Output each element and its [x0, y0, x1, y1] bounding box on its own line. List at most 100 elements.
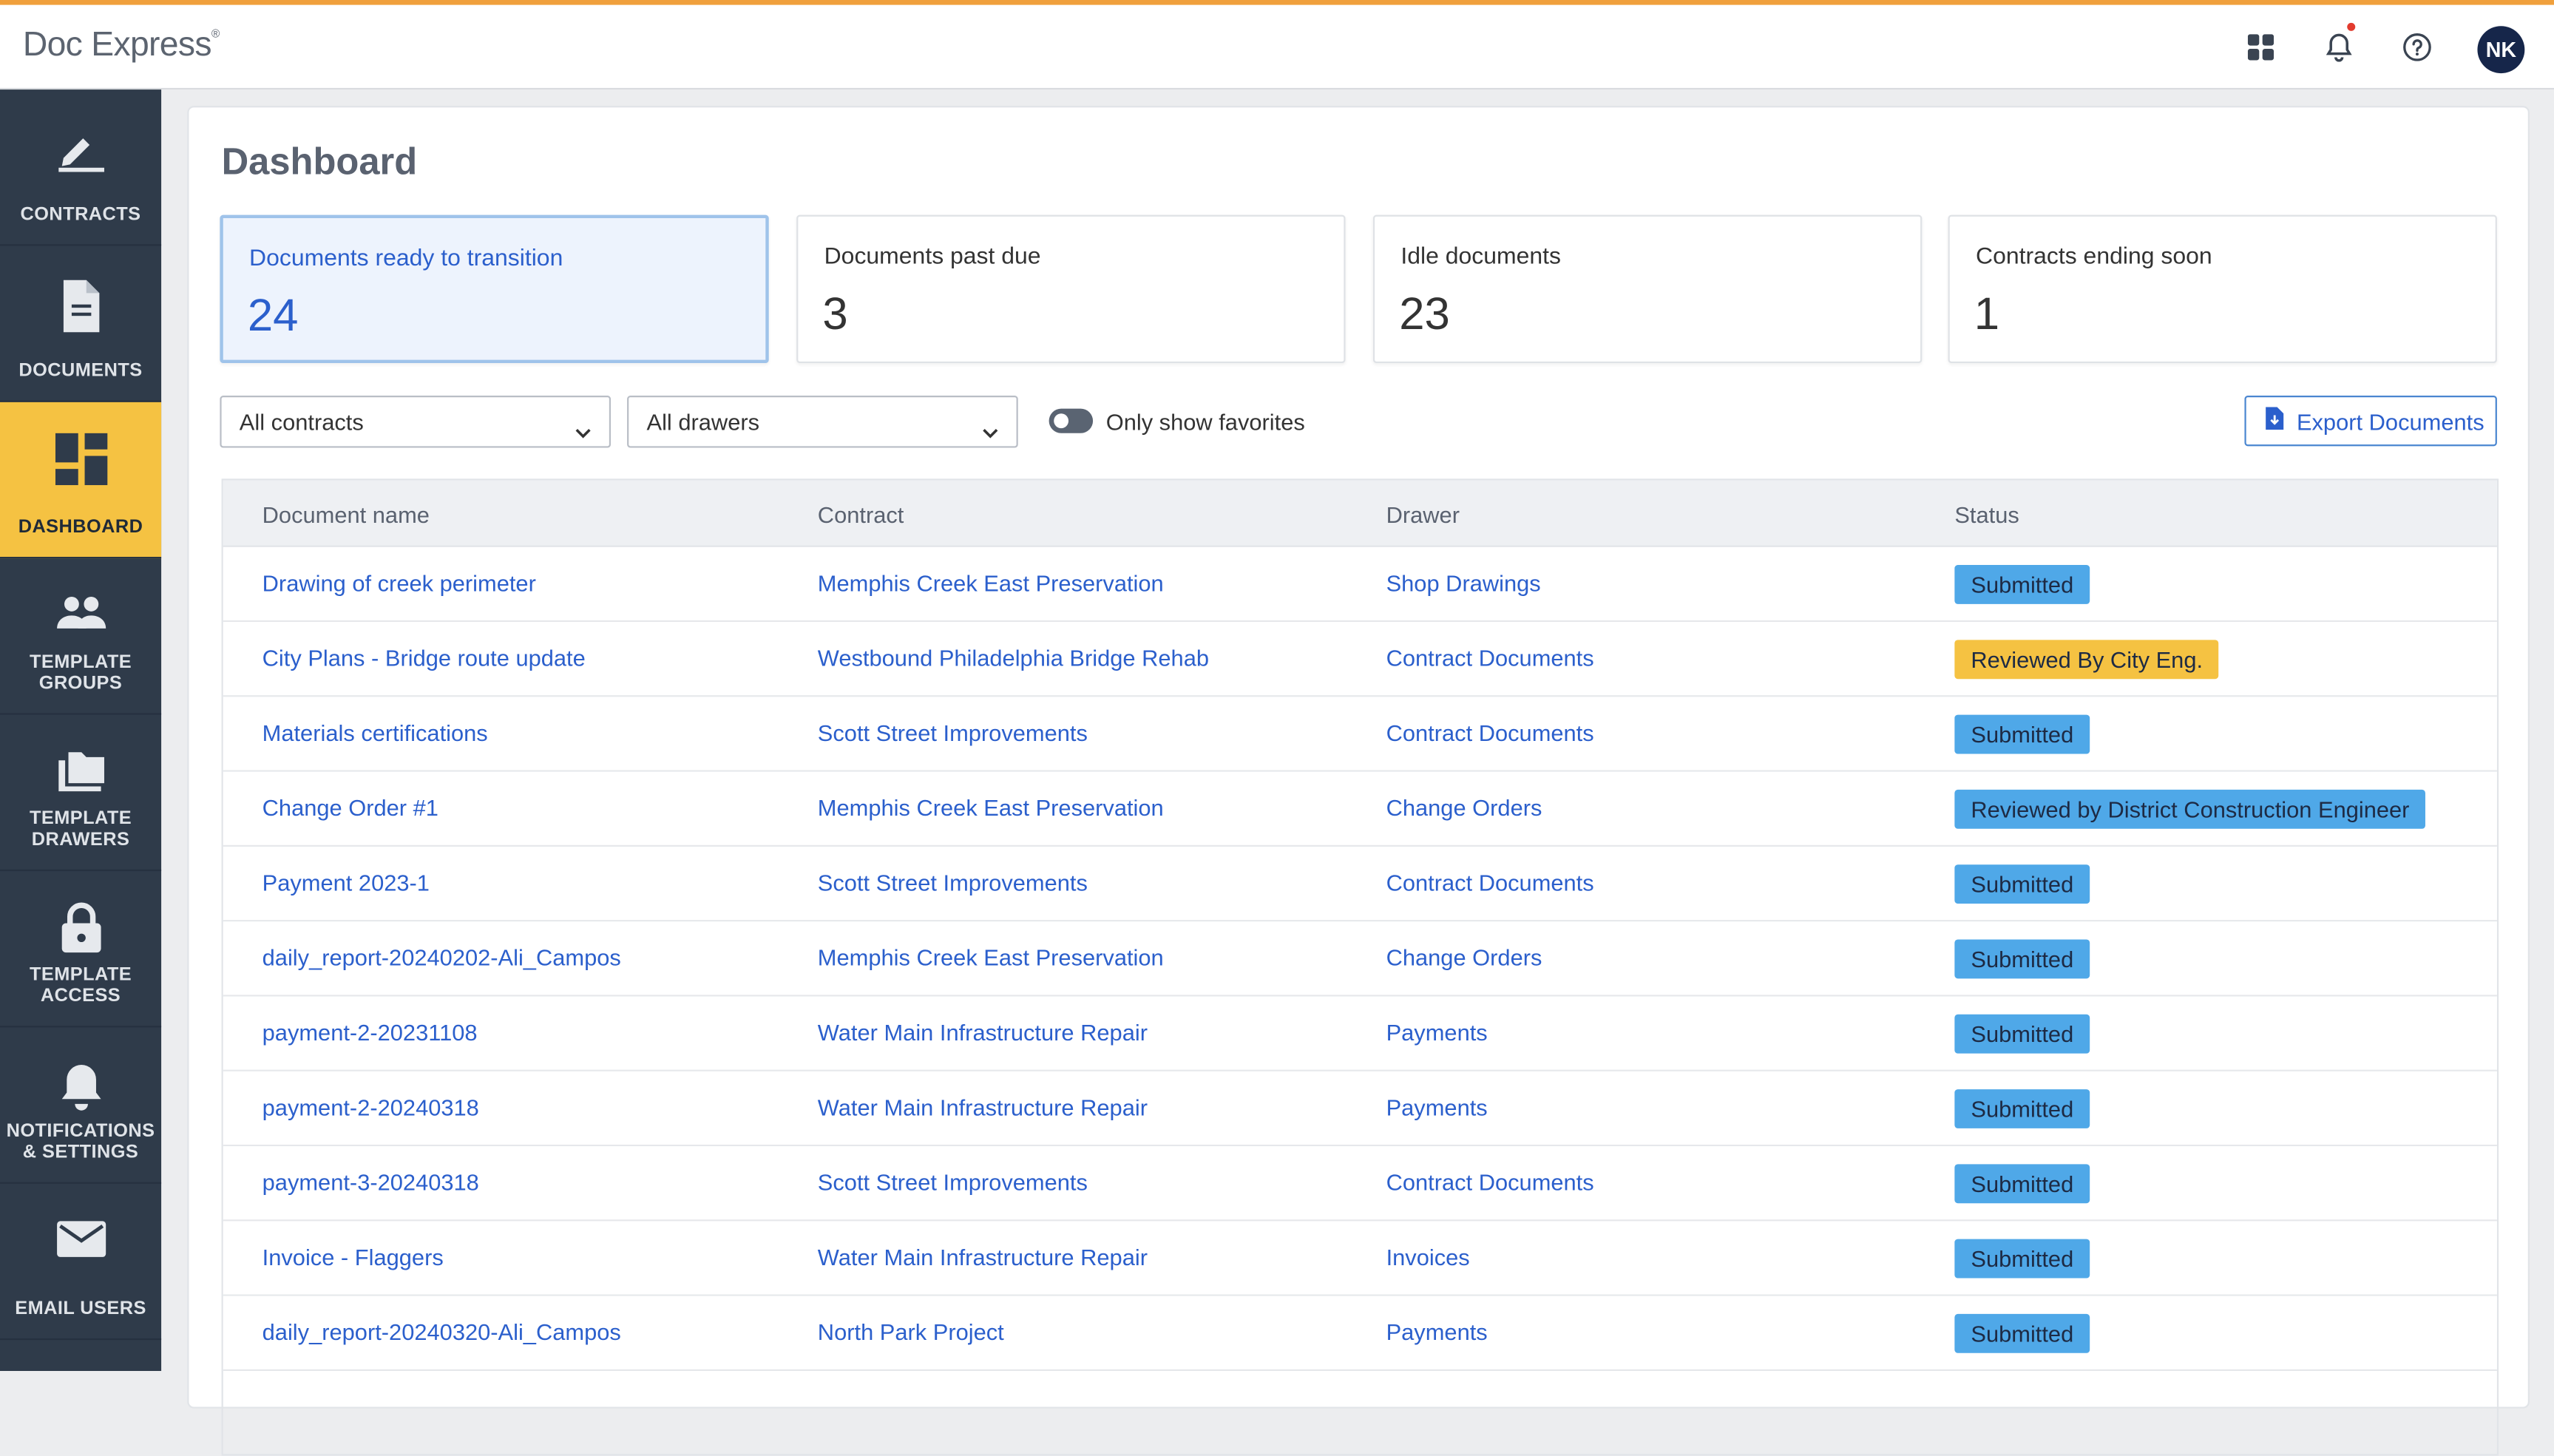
- drawer-link[interactable]: Invoices: [1386, 1244, 1470, 1270]
- card-value: 23: [1399, 288, 1450, 339]
- file-download-icon: [2266, 407, 2284, 434]
- contract-link[interactable]: Memphis Creek East Preservation: [818, 570, 1164, 596]
- brand-mark: ®: [211, 29, 220, 41]
- sidebar-item-template-access[interactable]: TEMPLATE ACCESS: [0, 871, 162, 1028]
- table-row[interactable]: daily_report-20240320-Ali_Campos North Pa…: [223, 1296, 2497, 1371]
- document-name-link[interactable]: payment-3-20240318: [262, 1169, 479, 1195]
- sidebar-item-label: NOTIFICATIONS & SETTINGS: [6, 1122, 155, 1163]
- drawer-link[interactable]: Contract Documents: [1386, 645, 1594, 671]
- sidebar-item-template-groups[interactable]: TEMPLATE GROUPS: [0, 558, 162, 715]
- table-row[interactable]: Change Order #1 Memphis Creek East Preser…: [223, 771, 2497, 847]
- table-row[interactable]: Materials certifications Scott Street Imp…: [223, 697, 2497, 772]
- dashboard-icon: [0, 433, 161, 486]
- sidebar-item-label: EMAIL USERS: [15, 1299, 146, 1319]
- document-name-link[interactable]: daily_report-20240202-Ali_Campos: [262, 944, 621, 970]
- contract-link[interactable]: Westbound Philadelphia Bridge Rehab: [818, 645, 1209, 671]
- contract-link[interactable]: Scott Street Improvements: [818, 870, 1088, 895]
- toggle-knob: [1054, 413, 1069, 429]
- drawer-link[interactable]: Payments: [1386, 1094, 1488, 1120]
- sidebar-item-label: TEMPLATE ACCESS: [29, 965, 132, 1006]
- drawer-link[interactable]: Payments: [1386, 1019, 1488, 1045]
- export-documents-button[interactable]: Export Documents: [2244, 396, 2497, 447]
- sidebar: CONTRACTS DOCUMENTS DASHBOARD TEMPLATE G…: [0, 89, 162, 1371]
- status-badge: Submitted: [1954, 1239, 2090, 1279]
- document-name-link[interactable]: Payment 2023-1: [262, 870, 430, 895]
- sidebar-item-label: DOCUMENTS: [18, 361, 143, 382]
- card-idle-documents[interactable]: Idle documents 23: [1372, 214, 1923, 364]
- chevron-down-icon: [980, 410, 1000, 459]
- documents-table: Document name Contract Drawer Status Dra…: [221, 478, 2499, 1456]
- table-row[interactable]: City Plans - Bridge route update Westboun…: [223, 622, 2497, 697]
- notifications-bell-icon[interactable]: [2318, 22, 2360, 68]
- column-header-status[interactable]: Status: [1954, 501, 2019, 527]
- contract-link[interactable]: North Park Project: [818, 1319, 1004, 1345]
- favorites-toggle-label: Only show favorites: [1105, 408, 1305, 435]
- status-badge: Submitted: [1954, 1089, 2090, 1128]
- card-past-due[interactable]: Documents past due 3: [796, 214, 1346, 364]
- document-name-link[interactable]: City Plans - Bridge route update: [262, 645, 586, 671]
- column-header-document-name[interactable]: Document name: [262, 501, 430, 527]
- sidebar-item-contracts[interactable]: CONTRACTS: [0, 89, 162, 246]
- drawer-link[interactable]: Change Orders: [1386, 944, 1542, 970]
- contract-link[interactable]: Scott Street Improvements: [818, 1169, 1088, 1195]
- sidebar-item-template-drawers[interactable]: TEMPLATE DRAWERS: [0, 715, 162, 872]
- table-row[interactable]: Drawing of creek perimeter Memphis Creek …: [223, 546, 2497, 623]
- mail-icon: [0, 1219, 161, 1259]
- bell-icon: [0, 1062, 161, 1114]
- sidebar-item-label: CONTRACTS: [20, 205, 141, 225]
- contracts-select[interactable]: All contracts: [220, 396, 612, 448]
- column-header-drawer[interactable]: Drawer: [1386, 501, 1460, 527]
- table-row[interactable]: payment-2-20231108 Water Main Infrastruct…: [223, 996, 2497, 1071]
- contract-link[interactable]: Water Main Infrastructure Repair: [818, 1094, 1148, 1120]
- card-label: Documents past due: [824, 244, 1041, 271]
- contract-link[interactable]: Water Main Infrastructure Repair: [818, 1244, 1148, 1270]
- people-icon: [0, 595, 161, 630]
- app-root: Doc Express® NK CONTRACTS DOCUMENTS DASH…: [0, 0, 2554, 1456]
- card-ready-to-transition[interactable]: Documents ready to transition 24: [220, 214, 769, 364]
- brand-logo[interactable]: Doc Express®: [23, 26, 220, 65]
- table-row[interactable]: Invoice - Flaggers Water Main Infrastruct…: [223, 1221, 2497, 1296]
- contract-link[interactable]: Water Main Infrastructure Repair: [818, 1019, 1148, 1045]
- lock-icon: [0, 902, 161, 954]
- help-icon[interactable]: [2396, 26, 2438, 68]
- contract-link[interactable]: Scott Street Improvements: [818, 719, 1088, 745]
- drawers-select[interactable]: All drawers: [627, 396, 1018, 448]
- table-row[interactable]: payment-3-20240318 Scott Street Improveme…: [223, 1146, 2497, 1222]
- user-avatar[interactable]: NK: [2477, 26, 2525, 74]
- sidebar-item-dashboard[interactable]: DASHBOARD: [0, 402, 162, 559]
- document-name-link[interactable]: payment-2-20240318: [262, 1094, 479, 1120]
- brand-name: Doc Express: [22, 26, 212, 64]
- apps-grid-icon[interactable]: [2240, 26, 2282, 68]
- sidebar-item-documents[interactable]: DOCUMENTS: [0, 246, 162, 402]
- document-name-link[interactable]: Change Order #1: [262, 795, 438, 821]
- document-name-link[interactable]: daily_report-20240320-Ali_Campos: [262, 1319, 621, 1345]
- document-name-link[interactable]: Drawing of creek perimeter: [262, 570, 536, 596]
- document-name-link[interactable]: payment-2-20231108: [262, 1019, 478, 1045]
- dashboard-panel: Dashboard Documents ready to transition …: [187, 106, 2530, 1456]
- table-row[interactable]: daily_report-20240202-Ali_Campos Memphis …: [223, 921, 2497, 997]
- drawer-link[interactable]: Shop Drawings: [1386, 570, 1541, 596]
- status-badge: Submitted: [1954, 1164, 2090, 1204]
- table-header: Document name Contract Drawer Status: [223, 480, 2497, 547]
- document-name-link[interactable]: Invoice - Flaggers: [262, 1244, 444, 1270]
- card-label: Idle documents: [1400, 244, 1562, 271]
- drawer-link[interactable]: Contract Documents: [1386, 719, 1594, 745]
- sidebar-item-email-users[interactable]: EMAIL USERS: [0, 1184, 162, 1341]
- status-badge: Submitted: [1954, 714, 2090, 754]
- table-row[interactable]: Payment 2023-1 Scott Street Improvements C…: [223, 846, 2497, 922]
- column-header-contract[interactable]: Contract: [818, 501, 904, 527]
- drawer-link[interactable]: Contract Documents: [1386, 870, 1594, 895]
- drawer-link[interactable]: Payments: [1386, 1319, 1488, 1345]
- document-name-link[interactable]: Materials certifications: [262, 719, 488, 745]
- sidebar-item-label: TEMPLATE DRAWERS: [29, 809, 132, 850]
- contract-link[interactable]: Memphis Creek East Preservation: [818, 944, 1164, 970]
- favorites-toggle[interactable]: [1049, 408, 1094, 433]
- contract-link[interactable]: Memphis Creek East Preservation: [818, 795, 1164, 821]
- sidebar-item-label: TEMPLATE GROUPS: [29, 652, 132, 694]
- sidebar-item-notifications-settings[interactable]: NOTIFICATIONS & SETTINGS: [0, 1027, 162, 1184]
- drawer-link[interactable]: Contract Documents: [1386, 1169, 1594, 1195]
- pen-icon: [0, 129, 161, 175]
- drawer-link[interactable]: Change Orders: [1386, 795, 1542, 821]
- card-contracts-ending-soon[interactable]: Contracts ending soon 1: [1948, 214, 2497, 364]
- table-row[interactable]: payment-2-20240318 Water Main Infrastruct…: [223, 1071, 2497, 1147]
